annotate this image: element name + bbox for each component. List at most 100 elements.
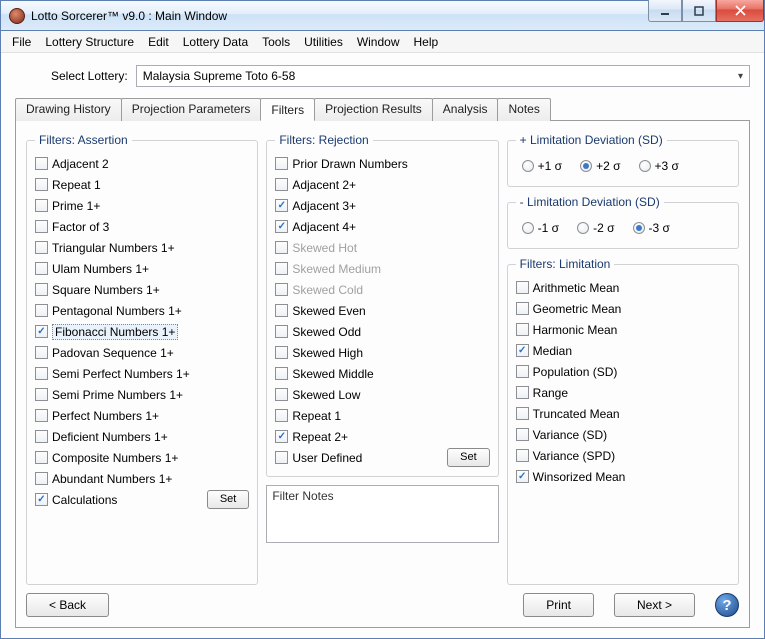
plus-dev-radio[interactable] bbox=[522, 160, 534, 172]
help-icon[interactable]: ? bbox=[715, 593, 739, 617]
menu-utilities[interactable]: Utilities bbox=[297, 33, 350, 51]
rejection-item-label: Adjacent 3+ bbox=[292, 199, 356, 213]
limitation-item-checkbox[interactable] bbox=[516, 281, 529, 294]
limitation-item-checkbox[interactable] bbox=[516, 365, 529, 378]
rejection-item-label: Prior Drawn Numbers bbox=[292, 157, 407, 171]
titlebar: Lotto Sorcerer™ v9.0 : Main Window bbox=[1, 1, 764, 31]
assertion-item-label: Triangular Numbers 1+ bbox=[52, 241, 175, 255]
rejection-item-checkbox[interactable] bbox=[275, 304, 288, 317]
minus-dev-radio-label: -2 σ bbox=[593, 221, 614, 235]
plus-dev-option: +1 σ bbox=[522, 155, 562, 176]
rejection-item-checkbox[interactable] bbox=[275, 367, 288, 380]
rejection-item-row: Adjacent 4+ bbox=[275, 216, 489, 237]
limitation-item-row: Winsorized Mean bbox=[516, 466, 730, 487]
minus-dev-radio[interactable] bbox=[577, 222, 589, 234]
user-defined-checkbox[interactable] bbox=[275, 451, 288, 464]
menu-help[interactable]: Help bbox=[407, 33, 446, 51]
tab-filters[interactable]: Filters bbox=[260, 98, 315, 121]
assertion-item-checkbox[interactable] bbox=[35, 451, 48, 464]
menu-tools[interactable]: Tools bbox=[255, 33, 297, 51]
assertion-item-row: Perfect Numbers 1+ bbox=[35, 405, 249, 426]
tab-analysis[interactable]: Analysis bbox=[432, 98, 499, 121]
menu-window[interactable]: Window bbox=[350, 33, 407, 51]
assertion-item-row: Adjacent 2 bbox=[35, 153, 249, 174]
limitation-item-label: Variance (SPD) bbox=[533, 449, 615, 463]
next-button[interactable]: Next > bbox=[614, 593, 695, 617]
tab-projection-parameters[interactable]: Projection Parameters bbox=[121, 98, 262, 121]
rejection-item-row: Repeat 2+ bbox=[275, 426, 489, 447]
assertion-item-label: Deficient Numbers 1+ bbox=[52, 430, 168, 444]
limitation-item-checkbox[interactable] bbox=[516, 344, 529, 357]
minus-dev-radio[interactable] bbox=[633, 222, 645, 234]
tab-projection-results[interactable]: Projection Results bbox=[314, 98, 433, 121]
assertion-item-checkbox[interactable] bbox=[35, 199, 48, 212]
assertion-set-button[interactable]: Set bbox=[207, 490, 250, 509]
limitation-item-checkbox[interactable] bbox=[516, 449, 529, 462]
tab-notes[interactable]: Notes bbox=[497, 98, 550, 121]
rejection-item-checkbox[interactable] bbox=[275, 346, 288, 359]
assertion-item-label: Adjacent 2 bbox=[52, 157, 109, 171]
assertion-item-row: Abundant Numbers 1+ bbox=[35, 468, 249, 489]
close-button[interactable] bbox=[716, 0, 764, 22]
rejection-item-checkbox[interactable] bbox=[275, 388, 288, 401]
limitation-item-checkbox[interactable] bbox=[516, 470, 529, 483]
tabstrip: Drawing History Projection Parameters Fi… bbox=[15, 98, 750, 121]
assertion-item-checkbox[interactable] bbox=[35, 262, 48, 275]
limitation-item-checkbox[interactable] bbox=[516, 323, 529, 336]
limitation-item-row: Truncated Mean bbox=[516, 403, 730, 424]
back-button[interactable]: < Back bbox=[26, 593, 109, 617]
rejection-item-checkbox[interactable] bbox=[275, 409, 288, 422]
limitation-item-checkbox[interactable] bbox=[516, 302, 529, 315]
limitation-item-label: Median bbox=[533, 344, 572, 358]
rejection-item-checkbox[interactable] bbox=[275, 157, 288, 170]
assertion-item-checkbox[interactable] bbox=[35, 367, 48, 380]
assertion-item-checkbox[interactable] bbox=[35, 430, 48, 443]
plus-dev-radio[interactable] bbox=[580, 160, 592, 172]
limitation-item-checkbox[interactable] bbox=[516, 428, 529, 441]
assertion-item-checkbox[interactable] bbox=[35, 241, 48, 254]
plus-dev-radio[interactable] bbox=[639, 160, 651, 172]
assertion-item-row: Prime 1+ bbox=[35, 195, 249, 216]
print-button[interactable]: Print bbox=[523, 593, 594, 617]
menu-lottery-data[interactable]: Lottery Data bbox=[176, 33, 255, 51]
menu-lottery-structure[interactable]: Lottery Structure bbox=[38, 33, 141, 51]
tab-drawing-history[interactable]: Drawing History bbox=[15, 98, 122, 121]
rejection-item-checkbox[interactable] bbox=[275, 325, 288, 338]
assertion-item-row: Semi Prime Numbers 1+ bbox=[35, 384, 249, 405]
minimize-button[interactable] bbox=[648, 0, 682, 22]
maximize-button[interactable] bbox=[682, 0, 716, 22]
limitation-item-checkbox[interactable] bbox=[516, 407, 529, 420]
rejection-item-checkbox[interactable] bbox=[275, 178, 288, 191]
minus-dev-radio[interactable] bbox=[522, 222, 534, 234]
assertion-item-row: Triangular Numbers 1+ bbox=[35, 237, 249, 258]
menu-edit[interactable]: Edit bbox=[141, 33, 176, 51]
assertion-item-checkbox[interactable] bbox=[35, 220, 48, 233]
limitation-item-row: Range bbox=[516, 382, 730, 403]
assertion-item-checkbox[interactable] bbox=[35, 304, 48, 317]
rejection-item-checkbox[interactable] bbox=[275, 430, 288, 443]
assertion-item-checkbox[interactable] bbox=[35, 388, 48, 401]
assertion-item-label: Repeat 1 bbox=[52, 178, 101, 192]
assertion-item-checkbox[interactable] bbox=[35, 472, 48, 485]
assertion-item-checkbox[interactable] bbox=[35, 346, 48, 359]
limitation-item-checkbox[interactable] bbox=[516, 386, 529, 399]
assertion-item-checkbox[interactable] bbox=[35, 178, 48, 191]
assertion-item-checkbox[interactable] bbox=[35, 157, 48, 170]
rejection-item-row: Adjacent 2+ bbox=[275, 174, 489, 195]
lottery-dropdown-value: Malaysia Supreme Toto 6-58 bbox=[143, 69, 296, 83]
limitation-item-row: Harmonic Mean bbox=[516, 319, 730, 340]
rejection-item-checkbox[interactable] bbox=[275, 220, 288, 233]
assertion-item-checkbox[interactable] bbox=[35, 325, 48, 338]
rejection-item-checkbox[interactable] bbox=[275, 199, 288, 212]
calculations-checkbox[interactable] bbox=[35, 493, 48, 506]
rejection-item-label: Skewed High bbox=[292, 346, 363, 360]
rejection-set-button[interactable]: Set bbox=[447, 448, 490, 467]
filter-notes-input[interactable]: Filter Notes bbox=[266, 485, 498, 543]
limitation-item-label: Range bbox=[533, 386, 568, 400]
assertion-item-checkbox[interactable] bbox=[35, 409, 48, 422]
assertion-item-checkbox[interactable] bbox=[35, 283, 48, 296]
rejection-item-row: Skewed High bbox=[275, 342, 489, 363]
lottery-dropdown[interactable]: Malaysia Supreme Toto 6-58 bbox=[136, 65, 750, 87]
filters-panel: Filters: Assertion Adjacent 2Repeat 1Pri… bbox=[15, 120, 750, 628]
menu-file[interactable]: File bbox=[5, 33, 38, 51]
